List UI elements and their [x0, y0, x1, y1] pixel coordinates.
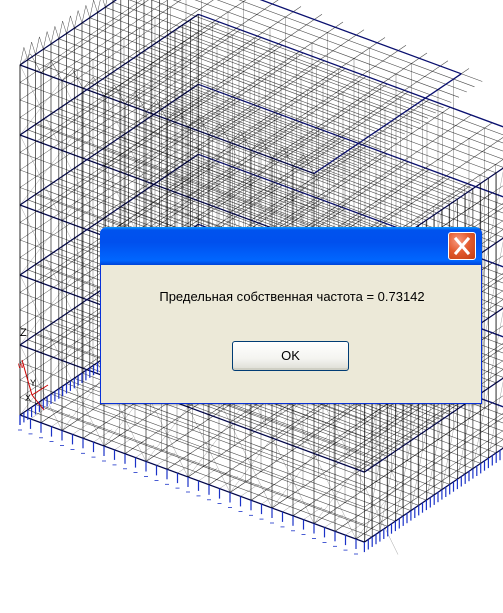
ok-button[interactable]: OK — [232, 341, 349, 371]
axis-y-label: Y — [30, 378, 37, 388]
axis-x-label: X — [25, 393, 32, 403]
dialog-titlebar[interactable] — [100, 227, 482, 265]
message-dialog: Предельная собственная частота = 0.73142… — [100, 227, 482, 404]
dialog-message: Предельная собственная частота = 0.73142 — [159, 289, 425, 304]
axis-z-label: Z — [20, 327, 27, 339]
close-x-icon — [453, 236, 471, 256]
ok-button-label: OK — [281, 348, 300, 363]
close-button[interactable] — [448, 232, 476, 260]
